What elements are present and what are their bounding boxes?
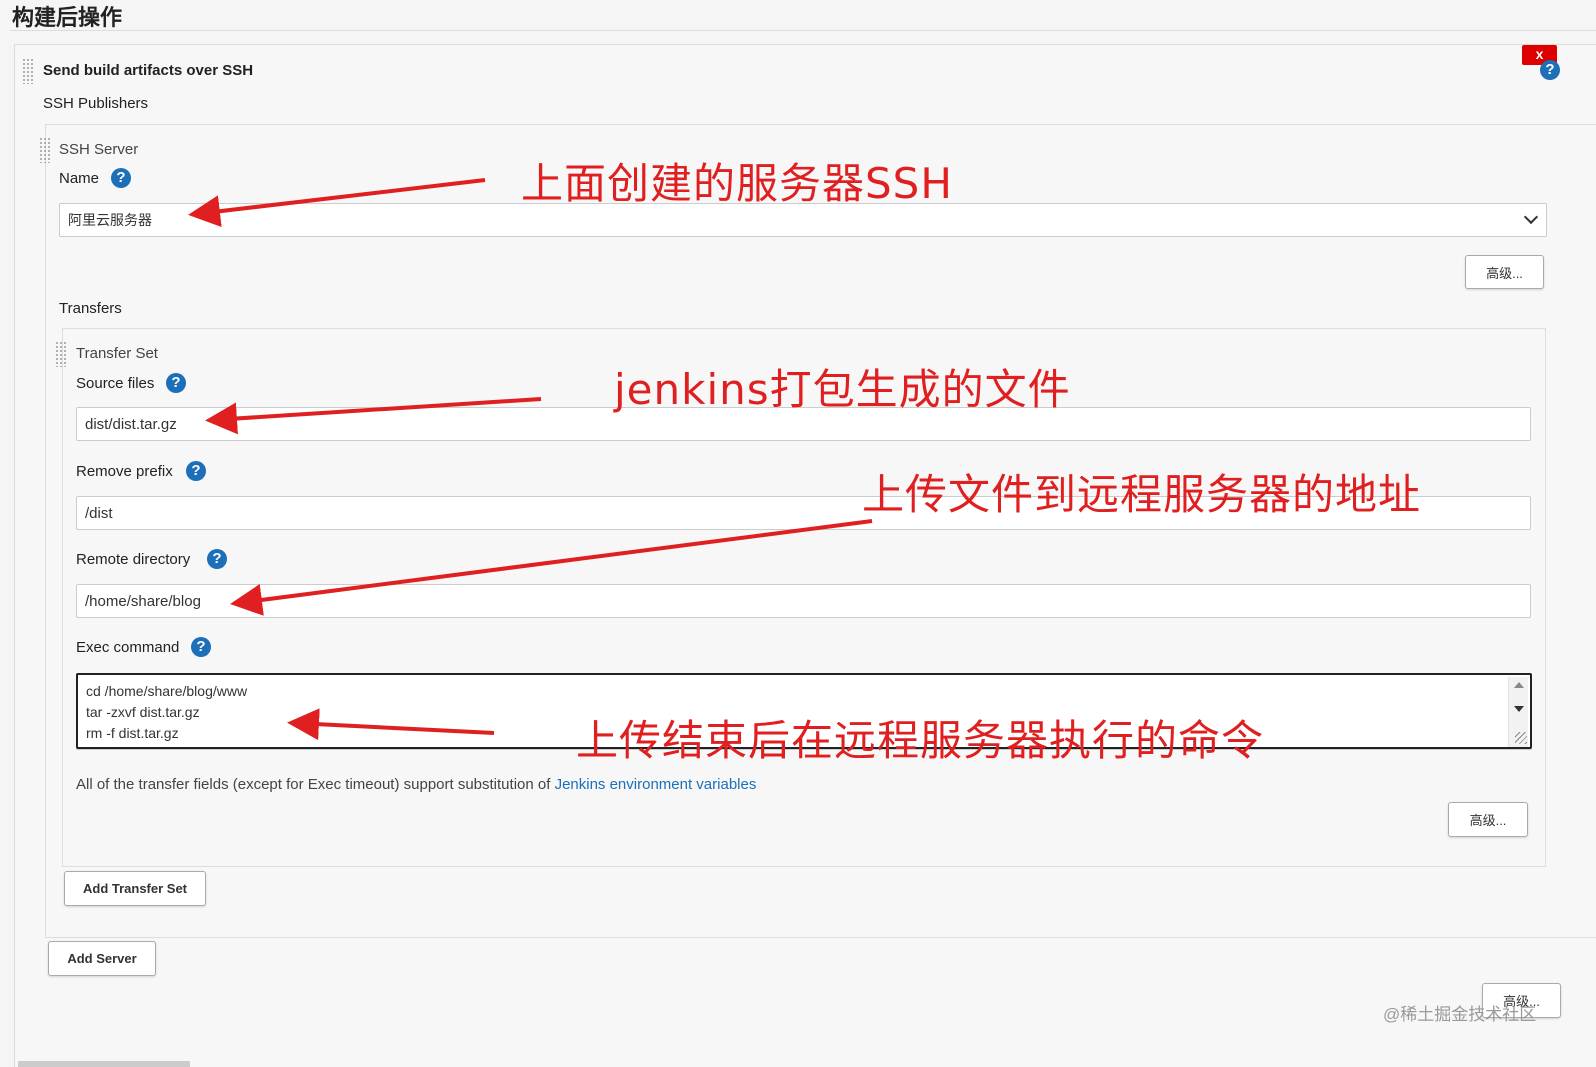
annotation-server: 上面创建的服务器SSH (521, 159, 953, 208)
annotation-remote: 上传文件到远程服务器的地址 (862, 470, 1422, 519)
annotation-source: jenkins打包生成的文件 (614, 365, 1071, 414)
annotation-arrow-server (188, 178, 486, 228)
annotation-exec: 上传结束后在远程服务器执行的命令 (576, 716, 1265, 765)
annotation-arrow-source (205, 397, 542, 435)
annotation-arrow-exec (287, 708, 495, 741)
watermark: @稀土掘金技术社区 (1383, 1005, 1537, 1024)
annotation-arrow-remote (230, 519, 873, 616)
horizontal-scrollbar[interactable] (18, 1061, 190, 1067)
